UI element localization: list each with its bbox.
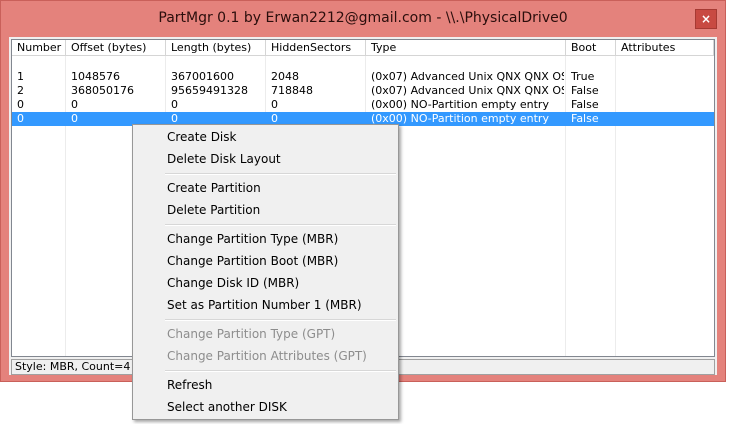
cell-attributes [616, 84, 714, 98]
context-menu: Create Disk Delete Disk Layout Create Pa… [132, 124, 399, 420]
cell-number: 0 [17, 98, 24, 111]
cell-boot: False [571, 112, 599, 125]
menu-item-select-another-disk[interactable]: Select another DISK [135, 396, 396, 418]
menu-item-change-partition-attributes-gpt: Change Partition Attributes (GPT) [167, 349, 367, 363]
column-header-attributes[interactable]: Attributes [616, 40, 714, 55]
cell-attributes [616, 112, 714, 126]
title-bar[interactable]: PartMgr 0.1 by Erwan2212@gmail.com - \\.… [1, 1, 725, 37]
cell-number: 0 [17, 112, 24, 125]
column-header-offset[interactable]: Offset (bytes) [66, 40, 166, 55]
cell-hidden-sectors: 718848 [271, 84, 313, 97]
cell-number: 2 [17, 84, 24, 97]
cell-length: 367001600 [171, 70, 234, 83]
cell-number: 1 [17, 70, 24, 83]
close-button[interactable]: × [695, 9, 717, 29]
cell-boot: False [571, 98, 599, 111]
window-title: PartMgr 0.1 by Erwan2212@gmail.com - \\.… [158, 10, 568, 26]
menu-item-change-partition-type-mbr[interactable]: Change Partition Type (MBR) [135, 228, 396, 250]
cell-length: 95659491328 [171, 84, 248, 97]
menu-item-refresh[interactable]: Refresh [135, 374, 396, 396]
table-row[interactable]: 2 368050176 95659491328 718848 (0x07) Ad… [12, 84, 714, 98]
menu-item-change-partition-boot-mbr[interactable]: Change Partition Boot (MBR) [135, 250, 396, 272]
menu-separator [165, 224, 396, 226]
column-header-hidden-sectors[interactable]: HiddenSectors [266, 40, 366, 55]
menu-item-create-partition[interactable]: Create Partition [135, 177, 396, 199]
cell-attributes [616, 98, 714, 112]
cell-offset: 1048576 [71, 70, 120, 83]
table-row[interactable]: 1 1048576 367001600 2048 (0x07) Advanced… [12, 70, 714, 84]
menu-separator [165, 370, 396, 372]
cell-type: (0x07) Advanced Unix QNX QNX OS... [371, 84, 564, 97]
column-header-length[interactable]: Length (bytes) [166, 40, 266, 55]
column-header-boot[interactable]: Boot [566, 40, 616, 55]
menu-separator [165, 319, 396, 321]
column-header-number[interactable]: Number [12, 40, 66, 55]
cell-length: 0 [171, 98, 178, 111]
cell-attributes [616, 70, 714, 84]
menu-separator [165, 173, 396, 175]
cell-type: (0x00) NO-Partition empty entry [371, 98, 549, 111]
table-row[interactable]: 0 0 0 0 (0x00) NO-Partition empty entry … [12, 98, 714, 112]
menu-item-set-partition-number-1-mbr[interactable]: Set as Partition Number 1 (MBR) [135, 294, 396, 316]
cell-type: (0x07) Advanced Unix QNX QNX OS... [371, 70, 564, 83]
menu-item-delete-disk-layout[interactable]: Delete Disk Layout [135, 148, 396, 170]
menu-item-change-disk-id-mbr[interactable]: Change Disk ID (MBR) [135, 272, 396, 294]
list-header: Number Offset (bytes) Length (bytes) Hid… [12, 40, 714, 56]
cell-boot: True [571, 70, 595, 83]
menu-item-create-disk[interactable]: Create Disk [135, 126, 396, 148]
cell-hidden-sectors: 0 [271, 98, 278, 111]
menu-item-change-partition-type-gpt: Change Partition Type (GPT) [167, 327, 336, 341]
cell-offset: 0 [71, 98, 78, 111]
cell-offset: 368050176 [71, 84, 134, 97]
column-header-type[interactable]: Type [366, 40, 566, 55]
cell-boot: False [571, 84, 599, 97]
menu-item-delete-partition[interactable]: Delete Partition [135, 199, 396, 221]
cell-hidden-sectors: 2048 [271, 70, 299, 83]
